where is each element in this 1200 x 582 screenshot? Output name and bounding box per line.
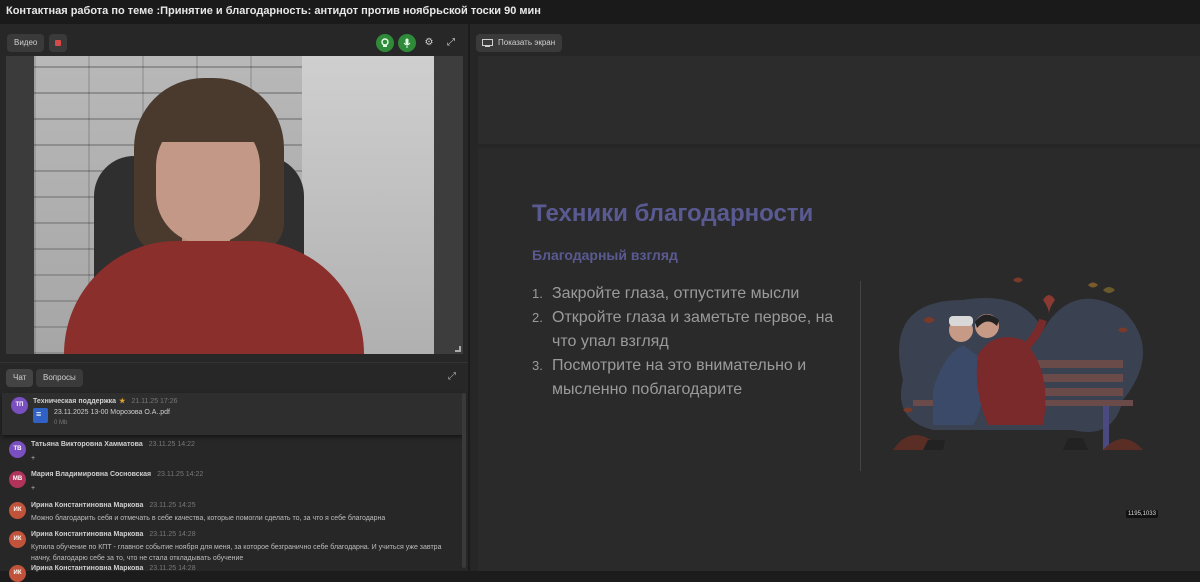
- slide-subtitle: Благодарный взгляд: [532, 247, 678, 263]
- message-text: +: [31, 485, 36, 492]
- message-text: +: [31, 455, 36, 462]
- avatar: ТП: [11, 397, 28, 414]
- chat-expand-icon[interactable]: ⤢: [444, 369, 460, 385]
- avatar: МВ: [9, 471, 26, 488]
- video-tab-button[interactable]: Видео: [7, 34, 45, 52]
- window-title: Контактная работа по теме :Принятие и бл…: [0, 0, 1200, 24]
- tab-chat[interactable]: Чат: [6, 369, 34, 387]
- star-icon: ★: [119, 398, 126, 405]
- slide-title: Техники благодарности: [532, 200, 814, 227]
- chat-scrollbar[interactable]: [462, 393, 466, 568]
- message-author: Мария Владимировна Сосновская: [31, 471, 152, 478]
- slide-header-area: [478, 56, 1200, 144]
- resize-handle-icon[interactable]: [455, 346, 461, 352]
- message-author: Ирина Константиновна Маркова: [31, 502, 144, 509]
- slide-list: 1. Закройте глаза, отпустите мысли 2. Откр…: [532, 282, 862, 402]
- gratitude-illustration: [893, 277, 1143, 450]
- message-author: Татьяна Викторовна Хамматова: [31, 441, 143, 448]
- list-item: 3. Посмотрите на это внимательно и мыслен…: [532, 357, 807, 398]
- message-time: 23.11.25 14:22: [157, 471, 204, 478]
- expand-icon[interactable]: ⤢: [442, 34, 460, 52]
- left-panel: Видео ⚙ ⤢ Чат Вопросы ⤢ ТП Техническая п…: [0, 24, 468, 582]
- microphone-icon[interactable]: [398, 34, 416, 52]
- chat-panel: Чат Вопросы ⤢ ТП Техническая поддержка ★ 2…: [0, 362, 468, 582]
- camera-icon[interactable]: [376, 34, 394, 52]
- show-screen-button[interactable]: Показать экран: [476, 34, 563, 52]
- pdf-file-icon[interactable]: [33, 408, 48, 423]
- gear-icon[interactable]: ⚙: [420, 34, 438, 52]
- message-time: 23.11.25 14:28: [149, 531, 196, 538]
- message-time: 23.11.25 14:22: [148, 441, 195, 448]
- webcam-video: [6, 56, 463, 354]
- pinned-message[interactable]: ТП Техническая поддержка ★ 21.11.25 17:26 …: [2, 393, 464, 435]
- record-stop-icon[interactable]: [49, 34, 67, 52]
- list-item: 2. Откройте глаза и заметьте первое, на ч…: [532, 309, 834, 350]
- file-name[interactable]: 23.11.2025 13-00 Морозова О.А..pdf: [54, 409, 170, 416]
- monitor-icon: [482, 39, 493, 47]
- divider: [860, 281, 861, 471]
- message-time: 23.11.25 14:25: [149, 502, 196, 509]
- presentation-slide: Техники благодарности Благодарный взгляд…: [478, 148, 1200, 571]
- chat-tabs: Чат Вопросы ⤢: [0, 363, 468, 391]
- show-screen-label: Показать экран: [498, 38, 556, 47]
- tab-questions[interactable]: Вопросы: [36, 369, 83, 387]
- cursor-coordinate-readout: 1195,1033: [1126, 510, 1158, 518]
- message-author: Ирина Константиновна Маркова: [31, 531, 144, 538]
- list-item: 1. Закройте глаза, отпустите мысли: [532, 285, 800, 302]
- avatar: ИК: [9, 531, 26, 548]
- video-toolbar: Видео ⚙ ⤢: [0, 24, 468, 56]
- avatar: ИК: [9, 502, 26, 519]
- message-text: Купила обучение по КПТ - главное событие…: [31, 544, 442, 562]
- message-author: Техническая поддержка: [33, 398, 117, 405]
- screen-share-panel: Показать экран Техники благодарности Бла…: [470, 24, 1200, 571]
- avatar: ТВ: [9, 441, 26, 458]
- file-size: 0 Mb: [54, 420, 68, 426]
- avatar: ИК: [9, 565, 26, 582]
- message-text: Можно благодарить себя и отмечать в себе…: [31, 515, 386, 522]
- message-time: 21.11.25 17:26: [131, 398, 178, 405]
